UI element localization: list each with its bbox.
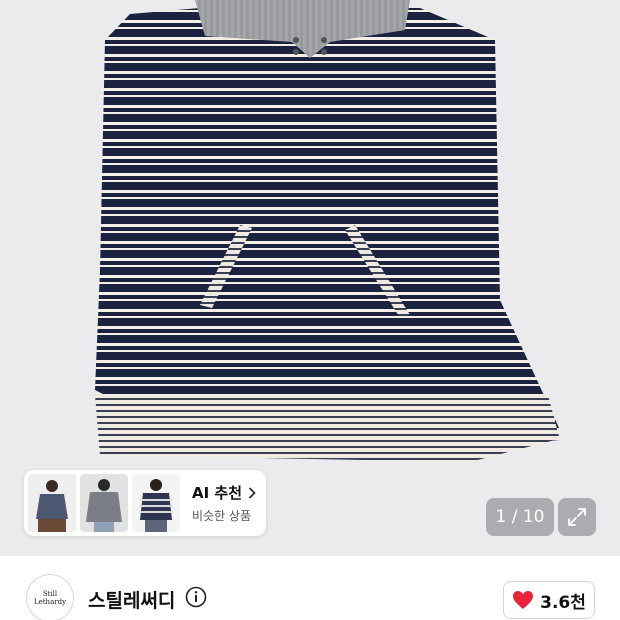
chevron-right-icon [248, 486, 256, 499]
shop-logo[interactable]: Still Lethardy [26, 574, 74, 620]
image-page-counter: 1 / 10 [486, 498, 554, 536]
expand-image-button[interactable] [558, 498, 596, 536]
ai-recommend-card[interactable]: AI 추천 비슷한 상품 [24, 470, 266, 536]
info-icon[interactable] [185, 586, 207, 608]
ai-recommend-subtitle: 비슷한 상품 [192, 508, 252, 523]
like-count: 3.6천 [540, 592, 586, 613]
recommend-thumb-3 [132, 474, 180, 532]
recommend-thumb-2 [80, 474, 128, 532]
shop-name[interactable]: 스틸레써디 [88, 586, 175, 613]
product-image-area[interactable]: AI 추천 비슷한 상품 1 / 10 [0, 0, 620, 556]
recommend-thumb-1 [28, 474, 76, 532]
shop-logo-text: Still Lethardy [33, 590, 67, 606]
like-button[interactable]: 3.6천 [503, 581, 595, 619]
ai-recommend-title: AI 추천 [192, 483, 243, 502]
heart-icon [513, 591, 534, 609]
expand-icon [568, 508, 586, 526]
